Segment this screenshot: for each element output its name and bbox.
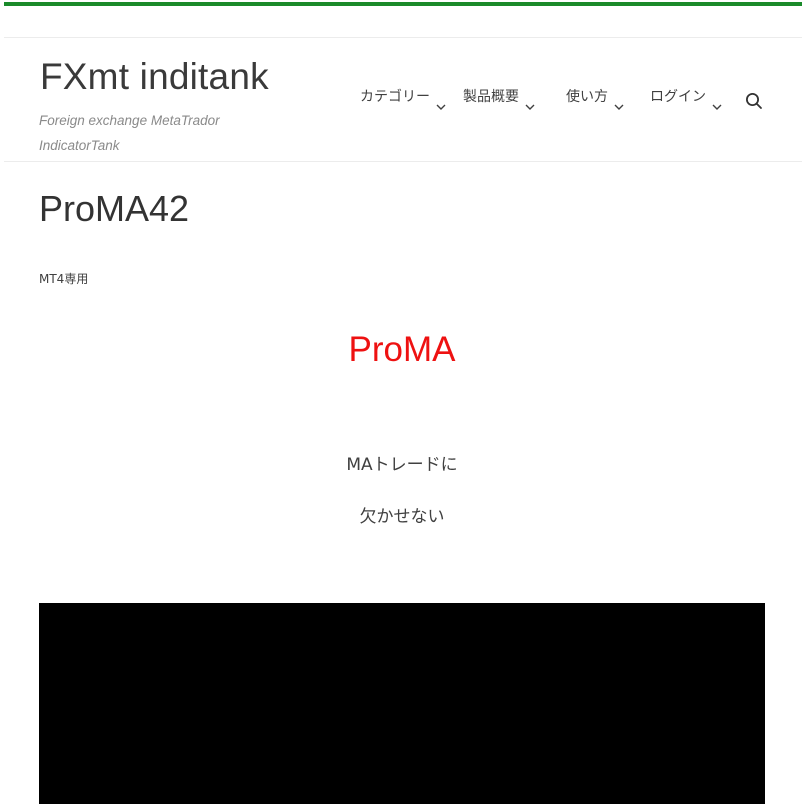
hero-line-1: MAトレードに: [346, 455, 458, 475]
nav-item-how-to-use[interactable]: 使い方: [566, 86, 624, 115]
site-title[interactable]: FXmt inditank: [40, 56, 269, 98]
header-bottom-divider: [4, 161, 802, 162]
nav-item-label: カテゴリー: [360, 89, 430, 105]
chevron-down-icon: [614, 96, 624, 115]
platform-tag: MT4専用: [39, 272, 89, 286]
nav-item-category[interactable]: カテゴリー: [360, 86, 446, 115]
hero-heading: ProMA: [348, 330, 456, 369]
page: FXmt inditank Foreign exchange MetaTrado…: [0, 0, 804, 804]
chevron-down-icon: [525, 96, 535, 115]
page-title: ProMA42: [39, 188, 190, 229]
hero-line-2: 欠かせない: [359, 507, 445, 527]
video-embed[interactable]: [39, 603, 765, 804]
nav-item-login[interactable]: ログイン: [650, 86, 722, 115]
nav-item-label: 製品概要: [463, 89, 519, 105]
nav-item-label: ログイン: [650, 89, 706, 105]
nav-item-label: 使い方: [566, 89, 608, 105]
header-divider: [4, 37, 802, 38]
search-icon[interactable]: [745, 92, 763, 110]
site-tagline: Foreign exchange MetaTrador IndicatorTan…: [39, 113, 220, 153]
top-accent-bar: [4, 2, 802, 6]
chevron-down-icon: [436, 96, 446, 115]
nav-item-product-overview[interactable]: 製品概要: [463, 86, 535, 115]
chevron-down-icon: [712, 96, 722, 115]
